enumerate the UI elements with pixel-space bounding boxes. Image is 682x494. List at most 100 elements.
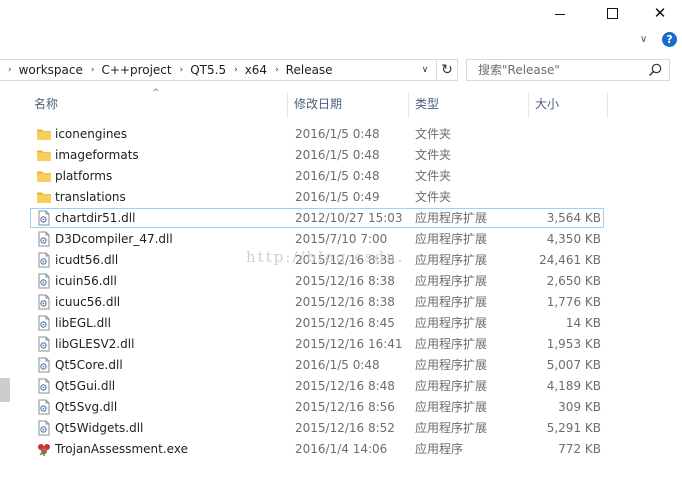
- file-name: libGLESV2.dll: [55, 337, 135, 351]
- file-row[interactable]: Qt5Gui.dll 2015/12/16 8:48 应用程序扩展 4,189 KB: [30, 376, 604, 396]
- breadcrumb-release[interactable]: Release: [286, 63, 333, 77]
- file-modified-date: 2015/12/16 16:41: [295, 337, 403, 351]
- file-size: 5,291 KB: [546, 421, 601, 435]
- breadcrumb-cpp-project[interactable]: C++project: [101, 63, 171, 77]
- file-row[interactable]: icudt56.dll 2015/12/16 8:38 应用程序扩展 24,461 K…: [30, 250, 604, 270]
- file-name: icuin56.dll: [55, 274, 117, 288]
- file-name: chartdir51.dll: [55, 211, 136, 225]
- file-row[interactable]: Qt5Svg.dll 2015/12/16 8:56 应用程序扩展 309 KB: [30, 397, 604, 417]
- file-row[interactable]: platforms 2016/1/5 0:48 文件夹: [30, 166, 604, 186]
- file-type: 应用程序扩展: [415, 211, 488, 225]
- file-row[interactable]: translations 2016/1/5 0:49 文件夹: [30, 187, 604, 207]
- search-icon[interactable]: [647, 62, 663, 78]
- column-header-type[interactable]: 类型: [415, 92, 439, 118]
- close-button[interactable]: ✕: [638, 0, 682, 26]
- file-row[interactable]: iconengines 2016/1/5 0:48 文件夹: [30, 124, 604, 144]
- file-modified-date: 2015/12/16 8:56: [295, 400, 395, 414]
- file-name: D3Dcompiler_47.dll: [55, 232, 173, 246]
- breadcrumb-separator-icon[interactable]: ›: [267, 65, 286, 75]
- file-modified-date: 2016/1/5 0:49: [295, 190, 380, 204]
- close-icon: ✕: [653, 3, 667, 22]
- breadcrumb-qt55[interactable]: QT5.5: [190, 63, 226, 77]
- file-size: 772 KB: [558, 442, 601, 456]
- file-name: icuuc56.dll: [55, 295, 121, 309]
- dll-file-icon: [38, 273, 50, 289]
- file-row[interactable]: imageformats 2016/1/5 0:48 文件夹: [30, 145, 604, 165]
- search-box: [466, 59, 670, 81]
- file-modified-date: 2015/12/16 8:38: [295, 253, 395, 267]
- column-divider[interactable]: [528, 92, 529, 118]
- file-size: 4,350 KB: [546, 232, 601, 246]
- file-explorer-window: ✕ ∨ ? › workspace › C++project › QT5.5 ›…: [0, 0, 682, 494]
- title-bar: ✕: [0, 0, 682, 28]
- column-divider[interactable]: [287, 92, 288, 118]
- file-size: 4,189 KB: [546, 379, 601, 393]
- dll-file-icon: [38, 231, 50, 247]
- file-name: Qt5Svg.dll: [55, 400, 118, 414]
- file-row[interactable]: icuin56.dll 2015/12/16 8:38 应用程序扩展 2,650 KB: [30, 271, 604, 291]
- file-modified-date: 2015/12/16 8:38: [295, 274, 395, 288]
- file-type: 应用程序扩展: [415, 232, 488, 246]
- file-type: 应用程序扩展: [415, 379, 488, 393]
- column-header-size[interactable]: 大小: [535, 92, 559, 118]
- folder-icon: [37, 171, 51, 182]
- file-row[interactable]: D3Dcompiler_47.dll 2015/7/10 7:00 应用程序扩展 4,…: [30, 229, 604, 249]
- dll-file-icon: [38, 252, 50, 268]
- breadcrumb-separator-icon[interactable]: ›: [83, 65, 102, 75]
- column-divider[interactable]: [607, 92, 608, 118]
- app-exe-icon: [38, 444, 50, 456]
- file-type: 文件夹: [415, 190, 452, 204]
- file-type: 文件夹: [415, 169, 452, 183]
- file-type: 文件夹: [415, 148, 452, 162]
- folder-icon: [37, 192, 51, 203]
- breadcrumb-separator-icon[interactable]: ›: [226, 65, 245, 75]
- file-modified-date: 2016/1/4 14:06: [295, 442, 388, 456]
- help-icon[interactable]: ?: [662, 32, 677, 47]
- refresh-icon[interactable]: ↻: [436, 60, 457, 80]
- address-bar[interactable]: › workspace › C++project › QT5.5 › x64 ›…: [0, 59, 458, 81]
- file-modified-date: 2016/1/5 0:48: [295, 148, 380, 162]
- dll-file-icon: [38, 420, 50, 436]
- breadcrumb-x64[interactable]: x64: [245, 63, 267, 77]
- dll-file-icon: [38, 294, 50, 310]
- file-type: 应用程序扩展: [415, 400, 488, 414]
- file-modified-date: 2015/12/16 8:38: [295, 295, 395, 309]
- dll-file-icon: [38, 315, 50, 331]
- file-type: 应用程序扩展: [415, 274, 488, 288]
- file-modified-date: 2015/7/10 7:00: [295, 232, 388, 246]
- file-modified-date: 2016/1/5 0:48: [295, 358, 380, 372]
- file-row[interactable]: Qt5Widgets.dll 2015/12/16 8:52 应用程序扩展 5,291…: [30, 418, 604, 438]
- file-row[interactable]: libEGL.dll 2015/12/16 8:45 应用程序扩展 14 KB: [30, 313, 604, 333]
- breadcrumb-workspace[interactable]: workspace: [19, 63, 83, 77]
- file-size: 1,776 KB: [546, 295, 601, 309]
- file-row[interactable]: icuuc56.dll 2015/12/16 8:38 应用程序扩展 1,776 KB: [30, 292, 604, 312]
- nav-pane-scrollbar[interactable]: [0, 378, 10, 402]
- file-name: Qt5Core.dll: [55, 358, 123, 372]
- file-row[interactable]: TrojanAssessment.exe 2016/1/4 14:06 应用程序 77…: [30, 439, 604, 459]
- file-size: 5,007 KB: [546, 358, 601, 372]
- file-size: 1,953 KB: [546, 337, 601, 351]
- file-name: imageformats: [55, 148, 139, 162]
- ribbon-bar: ∨ ?: [0, 28, 682, 54]
- breadcrumb-separator-icon[interactable]: ›: [0, 65, 19, 75]
- file-name: Qt5Gui.dll: [55, 379, 116, 393]
- breadcrumb-separator-icon[interactable]: ›: [172, 65, 191, 75]
- column-header-row: 名称 修改日期 类型 大小: [0, 92, 682, 118]
- file-row[interactable]: Qt5Core.dll 2016/1/5 0:48 应用程序扩展 5,007 KB: [30, 355, 604, 375]
- expand-ribbon-icon[interactable]: ∨: [640, 34, 647, 45]
- folder-icon: [37, 129, 51, 140]
- search-input[interactable]: [467, 60, 656, 80]
- column-header-name[interactable]: 名称: [34, 92, 58, 118]
- maximize-button[interactable]: [590, 0, 634, 26]
- minimize-icon: [555, 13, 565, 15]
- minimize-button[interactable]: [538, 0, 582, 26]
- address-dropdown-icon[interactable]: ∨: [416, 60, 434, 80]
- file-size: 309 KB: [558, 400, 601, 414]
- column-header-date[interactable]: 修改日期: [294, 92, 342, 118]
- file-row[interactable]: chartdir51.dll 2012/10/27 15:03 应用程序扩展 3,56…: [30, 208, 604, 228]
- file-size: 24,461 KB: [539, 253, 601, 267]
- column-divider[interactable]: [408, 92, 409, 118]
- file-modified-date: 2015/12/16 8:52: [295, 421, 395, 435]
- file-name: translations: [55, 190, 126, 204]
- file-row[interactable]: libGLESV2.dll 2015/12/16 16:41 应用程序扩展 1,953…: [30, 334, 604, 354]
